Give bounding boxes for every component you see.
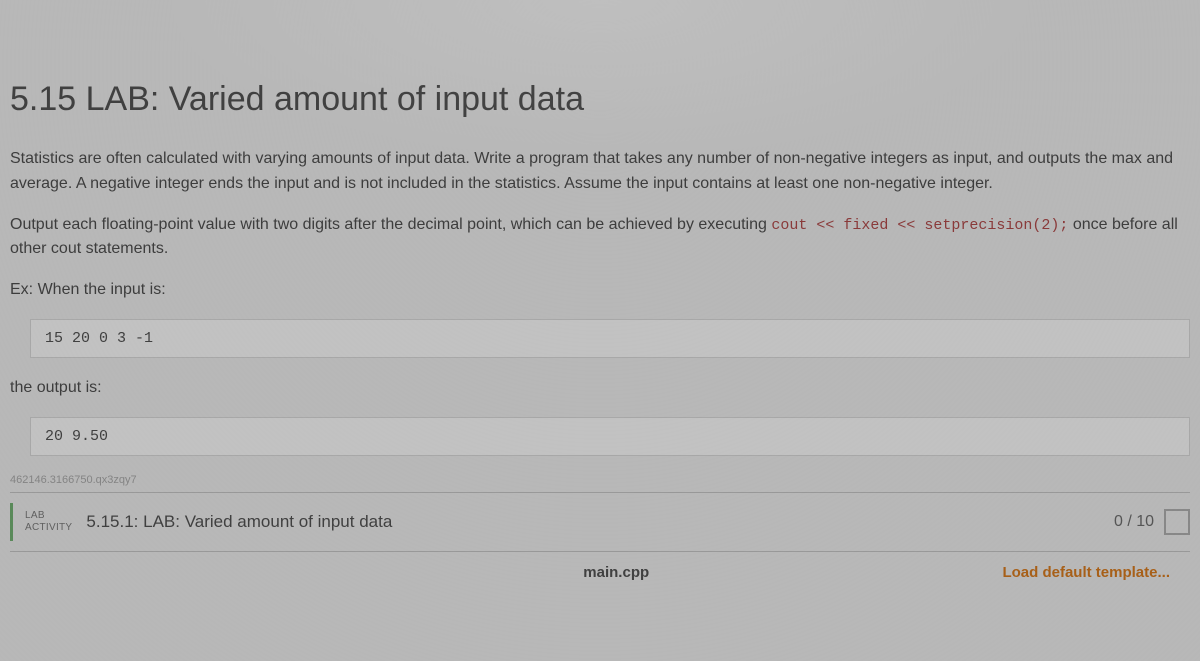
file-bar: main.cpp Load default template... bbox=[10, 552, 1190, 581]
example-input-block: 15 20 0 3 -1 bbox=[30, 319, 1190, 358]
activity-bar: LAB ACTIVITY 5.15.1: LAB: Varied amount … bbox=[10, 492, 1190, 552]
page-title: 5.15 LAB: Varied amount of input data bbox=[10, 80, 1190, 119]
activity-label-bottom: ACTIVITY bbox=[25, 522, 72, 534]
load-default-template-button[interactable]: Load default template... bbox=[1002, 564, 1170, 581]
watermark-text: 462146.3166750.qx3zqy7 bbox=[10, 474, 1190, 486]
problem-paragraph-1: Statistics are often calculated with var… bbox=[10, 147, 1190, 197]
activity-accent-bar bbox=[10, 503, 13, 541]
activity-label: LAB ACTIVITY bbox=[25, 510, 72, 534]
activity-title: 5.15.1: LAB: Varied amount of input data bbox=[86, 512, 1114, 532]
example-output-label: the output is: bbox=[10, 376, 1190, 401]
inline-code: cout << fixed << setprecision(2); bbox=[771, 217, 1068, 234]
score-expand-box[interactable] bbox=[1164, 509, 1190, 535]
example-output-block: 20 9.50 bbox=[30, 417, 1190, 456]
activity-label-top: LAB bbox=[25, 510, 72, 522]
problem-paragraph-2: Output each floating-point value with tw… bbox=[10, 213, 1190, 263]
filename-tab[interactable]: main.cpp bbox=[230, 564, 1002, 581]
example-input-label: Ex: When the input is: bbox=[10, 278, 1190, 303]
para2-text-a: Output each floating-point value with tw… bbox=[10, 216, 771, 233]
score-text: 0 / 10 bbox=[1114, 513, 1154, 531]
